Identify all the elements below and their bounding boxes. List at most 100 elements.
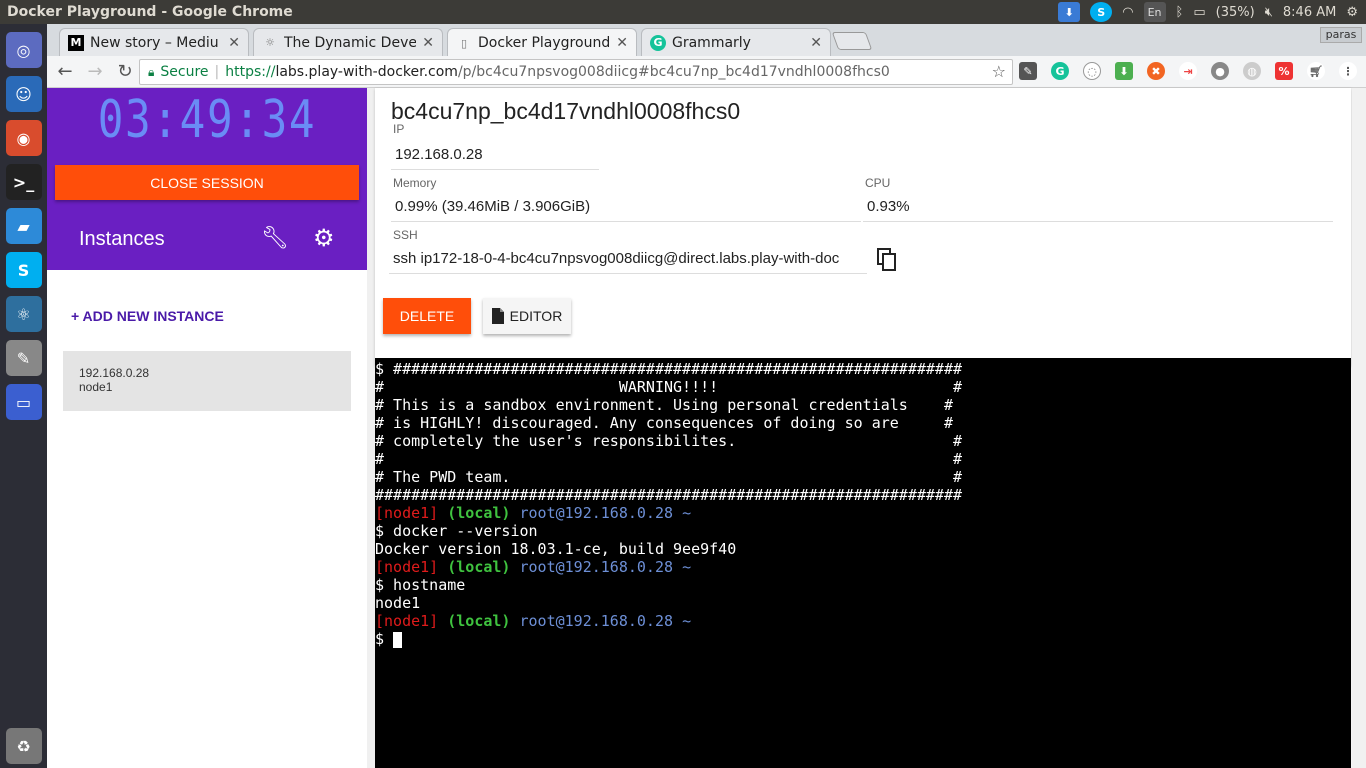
cpu-field[interactable]: 0.93% bbox=[863, 194, 1333, 222]
profile-badge[interactable]: paras bbox=[1320, 27, 1362, 43]
sidebar-header: 03:49:34 CLOSE SESSION Instances 🔧︎ ⚙ bbox=[47, 88, 367, 270]
gear-icon[interactable]: ⚙ bbox=[313, 224, 335, 252]
keyboard-layout[interactable]: En bbox=[1143, 2, 1166, 22]
atom-icon[interactable]: ⚛ bbox=[5, 296, 42, 332]
medium-favicon: M bbox=[68, 34, 84, 51]
address-bar[interactable]: 🔒︎ Secure | https:// labs.play-with-dock… bbox=[139, 59, 1013, 85]
separator: | bbox=[214, 64, 220, 80]
memory-label: Memory bbox=[393, 176, 437, 190]
banner-line: # # bbox=[375, 450, 962, 468]
instance-detail-panel: bc4cu7np_bc4d17vndhl0008fhcs0 IP 192.168… bbox=[375, 88, 1351, 366]
chrome-icon[interactable]: ◉ bbox=[5, 120, 42, 156]
power-icon[interactable]: ⚙ bbox=[1346, 5, 1358, 20]
tab-medium[interactable]: M New story – Mediu ✕ bbox=[59, 28, 249, 56]
panel-divider bbox=[367, 88, 375, 768]
prompt-node: [node1] bbox=[375, 504, 439, 522]
banner-line: # completely the user's responsibilites.… bbox=[375, 432, 962, 450]
tab-strip: M New story – Mediu ✕ ☼ The Dynamic Deve… bbox=[47, 24, 1366, 57]
memory-field[interactable]: 0.99% (39.46MiB / 3.906GiB) bbox=[391, 194, 861, 222]
tab-grammarly[interactable]: G Grammarly ✕ bbox=[641, 28, 831, 56]
close-icon[interactable]: ✕ bbox=[228, 35, 240, 51]
window-title: Docker Playground - Google Chrome bbox=[7, 4, 293, 20]
page-scrollbar[interactable] bbox=[1352, 88, 1366, 768]
sidebar-body: + ADD NEW INSTANCE 192.168.0.28 node1 bbox=[47, 270, 367, 768]
tab-label: New story – Mediu bbox=[90, 34, 219, 51]
trash-icon[interactable]: ♻ bbox=[5, 728, 42, 764]
bluetooth-icon[interactable]: ᛒ bbox=[1176, 5, 1184, 20]
menu-kebab-icon[interactable]: ⋮ bbox=[1339, 62, 1357, 80]
ip-label: IP bbox=[393, 122, 405, 136]
input-line: $ bbox=[375, 630, 1351, 648]
banner-line: ########################################… bbox=[375, 486, 962, 504]
editor-label: EDITOR bbox=[509, 308, 563, 324]
back-icon[interactable]: ← bbox=[53, 60, 77, 84]
system-top-bar: Docker Playground - Google Chrome ⬇ S ◠ … bbox=[0, 0, 1366, 24]
finder-icon[interactable]: ☺ bbox=[5, 76, 42, 112]
wrench-icon[interactable]: 🔧︎ bbox=[261, 226, 289, 251]
close-icon[interactable]: ✕ bbox=[422, 35, 434, 51]
skype-icon[interactable]: S bbox=[5, 252, 42, 288]
grey-extension-icon[interactable]: ● bbox=[1211, 62, 1229, 80]
bookmark-star-icon[interactable]: ☆ bbox=[992, 62, 1006, 81]
text-editor-icon[interactable]: ✎ bbox=[5, 340, 42, 376]
battery-percent: (35%) bbox=[1215, 4, 1255, 20]
add-new-instance-button[interactable]: + ADD NEW INSTANCE bbox=[71, 308, 224, 324]
command-line: $ docker --version bbox=[375, 522, 538, 540]
ghost-extension-icon[interactable]: ◍ bbox=[1243, 62, 1261, 80]
instance-ip: 192.168.0.28 bbox=[79, 366, 150, 380]
system-tray: ⬇ S ◠ En ᛒ ▭ (35%) 🔇︎ 8:46 AM ⚙ bbox=[1058, 0, 1366, 24]
browser-toolbar: ← → ↻ 🔒︎ Secure | https:// labs.play-wit… bbox=[47, 56, 1366, 88]
prompt-node: [node1] bbox=[375, 558, 439, 576]
delete-button[interactable]: DELETE bbox=[383, 298, 471, 334]
session-timer: 03:49:34 bbox=[97, 90, 317, 150]
prompt-user: root@192.168.0.28 bbox=[519, 612, 674, 630]
ssh-field[interactable]: ssh ip172-18-0-4-bc4cu7npsvog008diicg@di… bbox=[389, 246, 867, 274]
instance-card-node1[interactable]: 192.168.0.28 node1 bbox=[63, 351, 351, 411]
terminal[interactable]: $ ######################################… bbox=[375, 358, 1351, 768]
close-icon[interactable]: ✕ bbox=[616, 35, 628, 51]
ip-field[interactable]: 192.168.0.28 bbox=[391, 142, 599, 170]
window-icon[interactable]: ▭ bbox=[5, 384, 42, 420]
volume-muted-icon[interactable]: 🔇︎ bbox=[1265, 5, 1273, 20]
banner-line: # WARNING!!!! # bbox=[375, 378, 962, 396]
orange-extension-icon[interactable]: ✖ bbox=[1147, 62, 1165, 80]
reload-icon[interactable]: ↻ bbox=[113, 60, 137, 84]
instance-hostname: bc4cu7np_bc4d17vndhl0008fhcs0 bbox=[391, 98, 741, 124]
prompt-tilde: ~ bbox=[682, 504, 692, 522]
wifi-icon[interactable]: ◠ bbox=[1122, 5, 1133, 20]
download-extension-icon[interactable]: ⬇ bbox=[1115, 62, 1133, 80]
output-line: Docker version 18.03.1-ce, build 9ee9f40 bbox=[375, 540, 737, 558]
grammarly-extension-icon[interactable]: G bbox=[1051, 62, 1069, 80]
tab-dynamic-developer[interactable]: ☼ The Dynamic Devel ✕ bbox=[253, 28, 443, 56]
close-icon[interactable]: ✕ bbox=[810, 35, 822, 51]
tab-docker-playground[interactable]: ▯ Docker Playground ✕ bbox=[447, 28, 637, 57]
close-session-button[interactable]: CLOSE SESSION bbox=[55, 165, 359, 200]
tab-label: Docker Playground bbox=[478, 35, 611, 51]
page-favicon: ▯ bbox=[460, 36, 468, 50]
terminal-icon[interactable]: >_ bbox=[5, 164, 42, 200]
cart-extension-icon[interactable]: 🛒︎ bbox=[1307, 62, 1325, 80]
download-icon[interactable]: ⬇ bbox=[1058, 2, 1081, 22]
privacy-extension-icon[interactable]: ◌ bbox=[1083, 62, 1101, 80]
unity-launcher: ◎ ☺ ◉ >_ ▰ S ⚛ ✎ ▭ ♻ bbox=[0, 24, 47, 768]
cast-extension-icon[interactable]: ⇥ bbox=[1179, 62, 1197, 80]
battery-icon[interactable]: ▭ bbox=[1193, 5, 1205, 20]
banner-line: # This is a sandbox environment. Using p… bbox=[375, 396, 953, 414]
forward-icon[interactable]: → bbox=[83, 60, 107, 84]
edit-extension-icon[interactable]: ✎ bbox=[1019, 62, 1037, 80]
final-prompt: $ bbox=[375, 630, 394, 648]
prompt-user: root@192.168.0.28 bbox=[519, 558, 674, 576]
new-tab-button[interactable] bbox=[831, 32, 873, 50]
whale-icon[interactable]: ▰ bbox=[5, 208, 42, 244]
file-icon bbox=[491, 308, 504, 324]
url-scheme: https:// bbox=[225, 64, 276, 80]
red-extension-icon[interactable]: % bbox=[1275, 62, 1293, 80]
ubuntu-icon[interactable]: ◎ bbox=[5, 32, 42, 68]
prompt-line: [node1] (local) root@192.168.0.28 ~ bbox=[375, 504, 1351, 522]
grammarly-favicon: G bbox=[650, 34, 666, 51]
clock[interactable]: 8:46 AM bbox=[1283, 5, 1336, 20]
editor-button[interactable]: EDITOR bbox=[483, 298, 571, 334]
copy-icon[interactable] bbox=[877, 248, 897, 272]
prompt-local: (local) bbox=[447, 558, 511, 576]
skype-tray-icon[interactable]: S bbox=[1090, 2, 1113, 22]
